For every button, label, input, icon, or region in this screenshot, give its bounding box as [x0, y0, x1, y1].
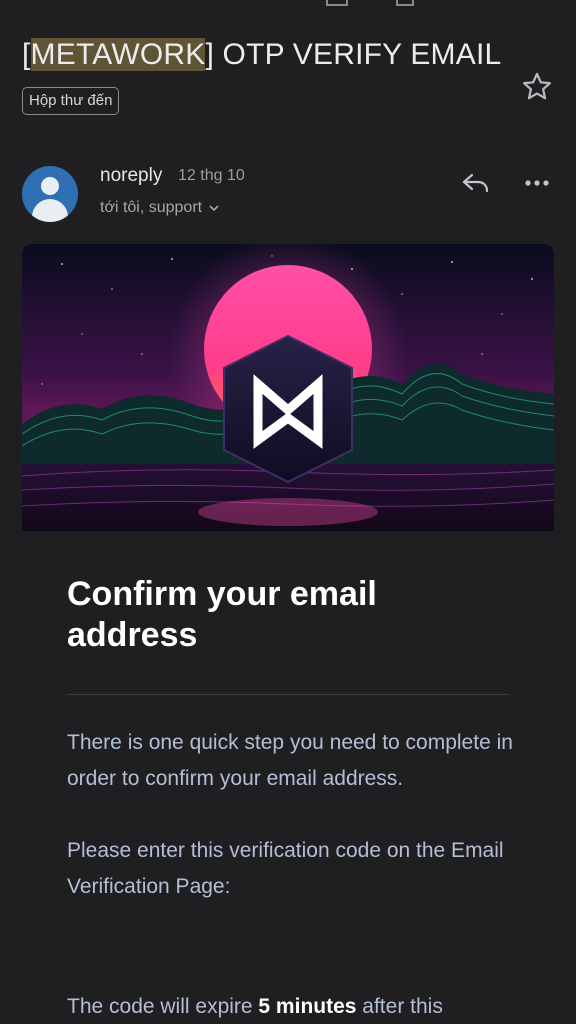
chevron-down-icon: [209, 205, 219, 211]
email-date: 12 thg 10: [178, 167, 245, 184]
star-icon[interactable]: [520, 70, 554, 104]
metawork-logo-icon: [223, 334, 353, 484]
expiry-text: The code will expire 5 minutes after thi…: [67, 995, 443, 1018]
avatar[interactable]: [22, 166, 78, 222]
reply-icon[interactable]: [460, 170, 492, 196]
toolbar-icon-stub[interactable]: [326, 0, 348, 6]
sender-name[interactable]: noreply: [100, 165, 162, 187]
divider: [67, 694, 509, 695]
instruction-text: There is one quick step you need to comp…: [67, 731, 513, 790]
expiry-duration: 5 minutes: [258, 995, 357, 1018]
toolbar-icon-stub[interactable]: [396, 0, 414, 6]
search-highlight: METAWORK: [30, 38, 206, 71]
recipients-text: tới tôi, support: [100, 199, 203, 216]
email-subject: [METAWORK] OTP VERIFY EMAIL: [22, 38, 502, 71]
email-banner-image: [22, 244, 554, 531]
avatar-body-icon: [32, 199, 68, 222]
avatar-head-icon: [41, 177, 59, 195]
instruction-text-2: Please enter this verification code on t…: [67, 839, 504, 898]
recipients-toggle[interactable]: tới tôi, support: [100, 199, 220, 217]
inbox-label-chip[interactable]: Hộp thư đến: [22, 87, 120, 115]
email-heading: Confirm your email address: [67, 575, 377, 654]
more-icon[interactable]: [522, 170, 552, 196]
verification-code-area: [67, 912, 507, 952]
